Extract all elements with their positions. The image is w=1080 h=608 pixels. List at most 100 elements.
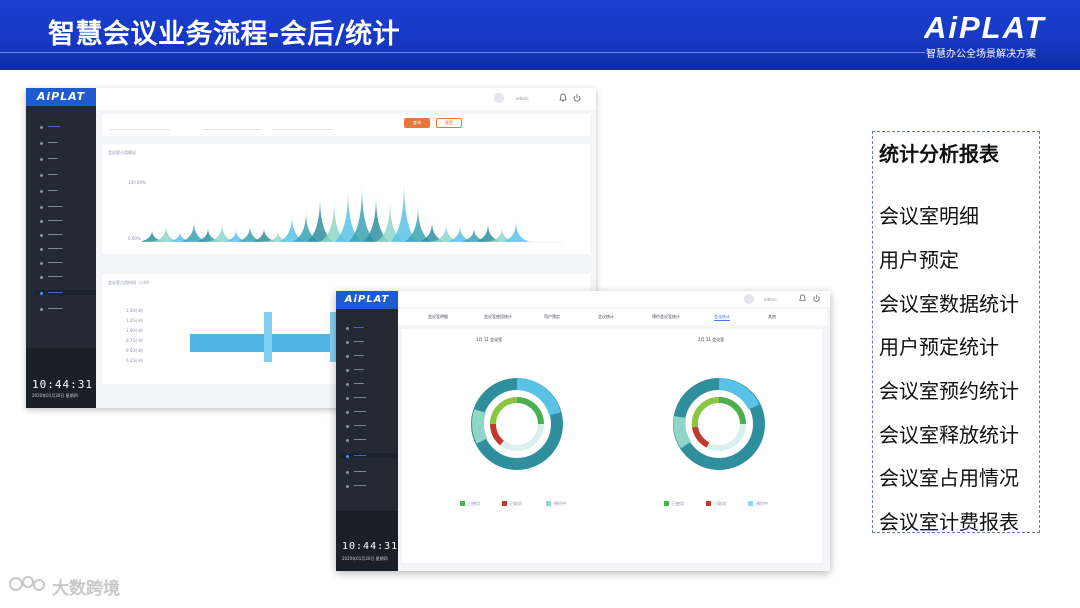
reset-button[interactable]: 重置 <box>436 118 462 128</box>
end-date-input[interactable] <box>272 120 332 130</box>
sidebar-item[interactable]: ━━━━━ <box>346 423 366 428</box>
sidebar-item-active[interactable]: ━━━━━ <box>340 453 398 458</box>
user-name: admin <box>764 297 777 302</box>
bar-segment <box>264 312 272 362</box>
avatar[interactable] <box>744 294 754 304</box>
donut-title-left: 1月 11 会议室 <box>476 337 503 342</box>
legend-swatch <box>706 501 711 506</box>
legend-swatch <box>460 501 465 506</box>
filter-input[interactable] <box>110 120 170 130</box>
page-title: 智慧会议业务流程-会后/统计 <box>48 19 401 50</box>
report-list-heading: 统计分析报表 <box>879 142 999 166</box>
start-date-input[interactable] <box>202 120 262 130</box>
sidebar-item[interactable]: ━━━━━━ <box>40 232 62 237</box>
sidebar: AiPLAT ━━━━━ ━━━━ ━━━━ ━━━━ ━━━━ ━━━━━━ … <box>26 88 96 408</box>
bar-ylabel: 0.75小时 <box>126 338 143 343</box>
report-list-item: 用户预定 <box>879 248 959 272</box>
tab-item[interactable]: 会议统计 <box>598 314 614 320</box>
legend-swatch <box>546 501 551 506</box>
legend-label: 已取消 <box>714 501 726 506</box>
bar-ylabel: 1.00小时 <box>126 328 143 333</box>
clock-date: 2020年01月30日 星期四 <box>32 393 78 398</box>
tab-bar: 会议室明细 会议室使用统计 用户预定 会议统计 预约会议室统计 会议统计 其他 <box>398 309 828 325</box>
tab-item[interactable]: 会议室明细 <box>428 314 448 320</box>
power-icon[interactable] <box>812 294 821 303</box>
donut-title-right: 2月 11 会议室 <box>698 337 725 342</box>
donut-chart-right <box>673 378 765 470</box>
bar-ylabel: 1.25小时 <box>126 318 143 323</box>
bell-icon[interactable] <box>798 294 807 303</box>
tab-item[interactable]: 预约会议室统计 <box>652 314 680 320</box>
legend-label: 已使用 <box>672 501 684 506</box>
report-list-item: 会议室释放统计 <box>879 423 1019 447</box>
query-button[interactable]: 查询 <box>404 118 430 128</box>
area-chart-title: 会议室占用情况 <box>108 150 136 155</box>
bar-ylabel: 0.25小时 <box>126 358 143 363</box>
clock-time: 10:44:31 <box>32 378 93 391</box>
sidebar-item[interactable]: ━━━━━━ <box>40 246 62 251</box>
svg-text:AiPLAT: AiPLAT <box>924 10 1047 44</box>
tab-item[interactable]: 其他 <box>768 314 776 320</box>
bar-ylabel: 1.50小时 <box>126 308 143 313</box>
sidebar-item[interactable]: ━━━━━━ <box>40 306 62 311</box>
watermark-icon <box>9 576 45 591</box>
top-bar: admin <box>398 291 830 307</box>
legend-label: 已使用 <box>468 501 480 506</box>
sidebar-item[interactable]: ━━━━ <box>40 156 58 161</box>
sidebar-item[interactable]: ━━━━━ <box>346 483 366 488</box>
report-list-item: 会议室占用情况 <box>879 466 1019 490</box>
power-icon[interactable] <box>572 93 582 103</box>
legend-swatch <box>664 501 669 506</box>
legend-swatch <box>502 501 507 506</box>
sidebar-item[interactable]: ━━━━━ <box>346 409 366 414</box>
area-chart-panel: 会议室占用情况 100.00% 0.00% <box>102 144 590 254</box>
sidebar-item[interactable]: ━━━━━━ <box>40 204 62 209</box>
clock-time: 10:44:31 <box>342 541 399 552</box>
report-list-item: 会议室预约统计 <box>879 379 1019 403</box>
clock-date: 2020年01月30日 星期四 <box>342 556 388 561</box>
sidebar-item[interactable]: ━━━━ <box>346 381 364 386</box>
sidebar-item[interactable]: ━━━━ <box>346 353 364 358</box>
header-banner: 智慧会议业务流程-会后/统计 AiPLAT 智慧办公全场景解决方案 <box>0 0 1080 70</box>
legend-label: 已取消 <box>510 501 522 506</box>
donut-panel: 1月 11 会议室 2月 11 会议室 已使用 已取消 预约中 已使用 已取消 … <box>402 329 822 563</box>
donut-chart-left <box>471 378 563 470</box>
tab-item-active[interactable]: 会议统计 <box>714 314 730 321</box>
report-list: 统计分析报表 会议室明细 用户预定 会议室数据统计 用户预定统计 会议室预约统计… <box>872 131 1040 534</box>
sidebar-item[interactable]: ━━━━ <box>346 367 364 372</box>
legend-label: 预约中 <box>756 501 768 506</box>
sidebar-item[interactable]: ━━━━ <box>40 188 58 193</box>
banner-divider <box>0 52 925 53</box>
top-bar: admin <box>96 88 596 110</box>
sidebar-item[interactable]: ━━━━ <box>346 339 364 344</box>
watermark-text: 大数跨境 <box>52 579 120 599</box>
sidebar-item[interactable]: ━━━━ <box>40 172 58 177</box>
aiplat-logo: AiPLAT <box>924 10 1047 44</box>
report-list-item: 会议室计费报表 <box>879 510 1019 534</box>
clock-panel: 10:44:31 2020年01月30日 星期四 <box>336 511 398 571</box>
tab-item[interactable]: 会议室使用统计 <box>484 314 512 320</box>
avatar[interactable] <box>494 93 504 103</box>
banner-tagline: 智慧办公全场景解决方案 <box>926 49 1036 60</box>
report-list-item: 会议室明细 <box>879 204 979 228</box>
sidebar: AiPLAT ━━━━ ━━━━ ━━━━ ━━━━ ━━━━ ━━━━━ ━━… <box>336 291 398 571</box>
area-chart-ymin: 0.00% <box>128 236 141 241</box>
sidebar-item-active[interactable]: ━━━━━━ <box>34 290 96 295</box>
bar-chart-title: 会议室占用时间（小时） <box>108 280 152 285</box>
report-list-item: 用户预定统计 <box>879 335 999 359</box>
legend-label: 预约中 <box>554 501 566 506</box>
tab-item[interactable]: 用户预定 <box>544 314 560 320</box>
sidebar-item[interactable]: ━━━━━ <box>346 395 366 400</box>
sidebar-item[interactable]: ━━━━━ <box>346 437 366 442</box>
sidebar-item[interactable]: ━━━━ <box>346 325 364 330</box>
sidebar-logo: AiPLAT <box>336 291 398 309</box>
bar-ylabel: 0.50小时 <box>126 348 143 353</box>
user-name: admin <box>516 96 529 101</box>
sidebar-item[interactable]: ━━━━━ <box>40 124 60 129</box>
sidebar-item[interactable]: ━━━━━ <box>346 469 366 474</box>
sidebar-item[interactable]: ━━━━━━ <box>40 260 62 265</box>
bell-icon[interactable] <box>558 93 568 103</box>
sidebar-item[interactable]: ━━━━ <box>40 140 58 145</box>
sidebar-item[interactable]: ━━━━━━ <box>40 274 62 279</box>
sidebar-item[interactable]: ━━━━━━ <box>40 218 62 223</box>
